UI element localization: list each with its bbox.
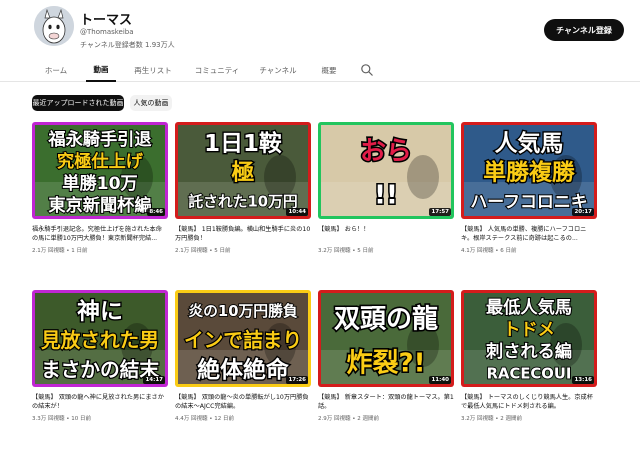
thumbnail-caption: 究極仕上げ — [57, 151, 144, 172]
tab-playlists[interactable]: 再生リスト — [130, 58, 176, 82]
thumbnail-caption: 極 — [232, 159, 255, 186]
video-thumbnail[interactable]: 福永騎手引退 究極仕上げ 単勝10万 東京新聞杯編 8:46 — [32, 122, 168, 219]
video-thumbnail[interactable]: 1日1鞍極託された10万円 10:44 — [175, 122, 311, 219]
video-duration: 20:17 — [572, 208, 594, 216]
video-thumbnail[interactable]: おら!! 17:57 — [318, 122, 454, 219]
thumbnail-caption: まさかの結末 — [41, 358, 159, 381]
tab-channels[interactable]: チャンネル — [256, 58, 300, 82]
thumbnail-caption: 人気馬 — [495, 130, 564, 157]
video-duration: 17:26 — [286, 376, 308, 384]
subscribe-button[interactable]: チャンネル登録 — [544, 19, 624, 41]
subscriber-count: チャンネル登録者数 1.93万人 — [80, 41, 175, 49]
thumbnail-caption: インで詰まり — [184, 329, 302, 352]
video-title[interactable]: 【競馬】 新章スタート：双頭の龍トーマス。第1話。 — [318, 393, 454, 411]
video-meta: 2.9万 回視聴 • 2 週間前 — [318, 416, 379, 422]
video-meta: 3.2万 回視聴 • 2 週間前 — [461, 416, 522, 422]
video-duration: 17:57 — [429, 208, 451, 216]
video-meta: 4.1万 回視聴 • 6 日前 — [461, 248, 517, 254]
video-meta: 3.3万 回視聴 • 10 日前 — [32, 416, 91, 422]
thumbnail-caption: 福永騎手引退 — [47, 129, 152, 150]
tab-community[interactable]: コミュニティ — [190, 58, 244, 82]
video-duration: 14:17 — [143, 376, 165, 384]
thumbnail-caption: 炎の10万円勝負 — [188, 302, 298, 320]
video-duration: 11:40 — [429, 376, 451, 384]
video-duration: 10:44 — [286, 208, 308, 216]
chip-popular[interactable]: 人気の動画 — [130, 95, 172, 111]
video-thumbnail[interactable]: 最低人気馬 トドメ 刺される編 RACECOUI 13:16 — [461, 290, 597, 387]
thumbnail-caption: 絶体絶命 — [197, 357, 289, 384]
thumbnail-caption: 刺される編 — [486, 341, 572, 362]
video-meta: 2.1万 回視聴 • 1 日前 — [32, 248, 88, 254]
video-title[interactable]: 【競馬】 人気馬の単勝、複勝にハーフコロニキ。根岸ステークス前に奇跡は起こるの.… — [461, 225, 597, 243]
thumbnail-caption: 神に — [77, 298, 123, 325]
video-duration: 8:46 — [147, 208, 165, 216]
thumbnail-caption: RACECOUI — [487, 365, 572, 382]
channel-tabs: ホーム 動画 再生リスト コミュニティ チャンネル 概要 — [0, 58, 640, 82]
thumbnail-caption: !! — [374, 180, 398, 210]
thumbnail-caption: 単勝複勝 — [483, 159, 576, 186]
video-thumbnail[interactable]: 神に見放された男 まさかの結末 14:17 — [32, 290, 168, 387]
thumbnail-caption: 1日1鞍 — [204, 130, 282, 157]
video-thumbnail[interactable]: 双頭の龍炸裂?! 11:40 — [318, 290, 454, 387]
video-meta: 4.4万 回視聴 • 12 日前 — [175, 416, 234, 422]
thumbnail-caption: 炸裂?! — [347, 348, 426, 378]
tab-home[interactable]: ホーム — [38, 58, 74, 82]
thumbnail-caption: 双頭の龍 — [334, 303, 438, 334]
video-title[interactable]: 【競馬】 トーマスのしくじり競馬人生。京成杯で最低人気馬にトドメ刺される編。 — [461, 393, 597, 411]
tab-videos[interactable]: 動画 — [86, 58, 116, 82]
channel-avatar[interactable] — [34, 6, 74, 46]
video-title[interactable]: 【競馬】 双頭の龍～炎の単勝転がし10万円勝負の結末～AJCC完結編。 — [175, 393, 311, 411]
sort-chips: 最近アップロードされた動画 人気の動画 — [0, 95, 640, 113]
channel-header: トーマス @Thomaskeiba チャンネル登録者数 1.93万人 チャンネル… — [0, 0, 640, 58]
thumbnail-caption: おら — [360, 136, 412, 166]
video-duration: 13:16 — [572, 376, 594, 384]
thumbnail-caption: ハーフコロニキ — [470, 191, 587, 211]
video-title[interactable]: 福永騎手引退記念。究極仕上げを施された本命の馬に単勝10万円大勝負！東京新聞杯完… — [32, 225, 168, 243]
thumbnail-caption: 最低人気馬 — [486, 297, 572, 318]
thumbnail-caption: 東京新聞杯編 — [48, 195, 151, 216]
video-thumbnail[interactable]: 人気馬 単勝複勝ハーフコロニキ 20:17 — [461, 122, 597, 219]
video-meta: 3.2万 回視聴 • 5 日前 — [318, 248, 374, 254]
search-icon[interactable] — [360, 63, 374, 77]
video-title[interactable]: 【競馬】 1日1鞍勝負編。横山和生騎手に炎の10万円勝負！ — [175, 225, 311, 243]
video-meta: 2.1万 回視聴 • 5 日前 — [175, 248, 231, 254]
channel-handle: @Thomaskeiba — [80, 28, 134, 36]
video-title[interactable]: 【競馬】 双頭の龍へ神に見放された男にまさかの結末が！ — [32, 393, 168, 411]
video-title[interactable]: 【競馬】 おら！！ — [318, 225, 454, 243]
thumbnail-caption: 見放された男 — [41, 329, 159, 352]
thumbnail-caption: トドメ — [503, 320, 555, 340]
channel-name: トーマス — [80, 13, 133, 28]
tab-about[interactable]: 概要 — [314, 58, 344, 82]
video-thumbnail[interactable]: 炎の10万円勝負インで詰まり絶体絶命 17:26 — [175, 290, 311, 387]
thumbnail-caption: 単勝10万 — [62, 173, 137, 194]
thumbnail-caption: 託された10万円 — [188, 193, 297, 211]
chip-recent-uploads[interactable]: 最近アップロードされた動画 — [32, 95, 124, 111]
horse-mascot-icon — [34, 6, 74, 46]
